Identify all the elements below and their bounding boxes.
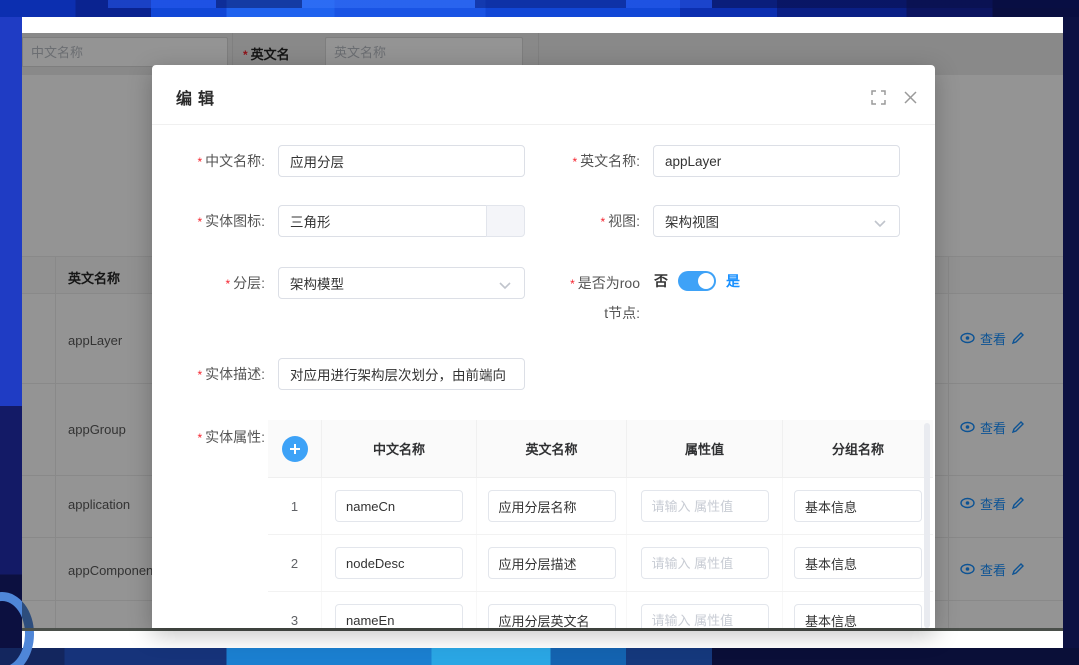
switch-knob — [698, 273, 714, 289]
modal-header: 编辑 — [152, 65, 935, 125]
entity-desc-label: *实体描述: — [152, 364, 265, 385]
entity-desc-input[interactable] — [278, 358, 525, 390]
view-select[interactable] — [653, 205, 900, 237]
required-asterisk: * — [572, 155, 577, 169]
add-attribute-button[interactable] — [282, 436, 308, 462]
decor-right-band — [1063, 17, 1079, 665]
screen: *英文名 英文名称 appLayer appGroup application … — [0, 0, 1079, 665]
attr-group-input[interactable] — [794, 547, 922, 579]
attr-value-input[interactable] — [641, 547, 769, 579]
attr-group-input[interactable] — [794, 490, 922, 522]
required-asterisk: * — [197, 368, 202, 382]
required-asterisk: * — [600, 215, 605, 229]
required-asterisk: * — [197, 431, 202, 445]
root-node-label: *是否为roo — [520, 273, 640, 294]
entity-icon-label: *实体图标: — [152, 211, 265, 232]
column-header-value: 属性值 — [627, 420, 783, 477]
required-asterisk: * — [197, 215, 202, 229]
close-icon[interactable] — [902, 89, 918, 105]
attr-group-input[interactable] — [794, 604, 922, 628]
attr-cn-input[interactable] — [335, 604, 463, 628]
attr-table-header: 中文名称 英文名称 属性值 分组名称 — [268, 420, 933, 478]
entity-attrs-label: *实体属性: — [152, 427, 265, 448]
decor-left-band — [0, 17, 22, 665]
layer-select[interactable] — [278, 267, 525, 299]
modal-title: 编辑 — [176, 85, 220, 109]
row-index: 1 — [291, 499, 298, 514]
row-index: 2 — [291, 556, 298, 571]
root-node-switch[interactable] — [678, 271, 716, 291]
layer-label: *分层: — [152, 273, 265, 294]
en-name-label: *英文名称: — [520, 151, 640, 172]
root-node-label-line2: t节点: — [520, 303, 640, 323]
column-header-group: 分组名称 — [783, 420, 933, 477]
attr-row: 1 — [268, 478, 933, 535]
attr-value-input[interactable] — [641, 604, 769, 628]
attr-en-input[interactable] — [488, 547, 616, 579]
attr-value-input[interactable] — [641, 490, 769, 522]
row-index: 3 — [291, 613, 298, 628]
modal-en-name-input[interactable] — [653, 145, 900, 177]
decor-top-band — [0, 0, 1079, 17]
attr-table: 中文名称 英文名称 属性值 分组名称 1 2 3 — [268, 420, 933, 628]
toggle-on-label: 是 — [726, 271, 740, 291]
decor-bottom-band — [0, 648, 1079, 665]
required-asterisk: * — [197, 155, 202, 169]
column-header-en: 英文名称 — [477, 420, 627, 477]
edit-modal: 编辑 *中文名称: *英文名称: *实体图标: *视图: — [152, 65, 935, 628]
attr-en-input[interactable] — [488, 604, 616, 628]
toggle-off-label: 否 — [654, 271, 668, 291]
modal-cn-name-input[interactable] — [278, 145, 525, 177]
root-node-toggle-group: 否 是 — [654, 271, 740, 291]
entity-icon-input[interactable] — [278, 205, 487, 237]
view-label: *视图: — [520, 211, 640, 232]
attr-row: 2 — [268, 535, 933, 592]
attr-en-input[interactable] — [488, 490, 616, 522]
attr-cn-input[interactable] — [335, 547, 463, 579]
divider — [22, 628, 1063, 631]
required-asterisk: * — [570, 277, 575, 291]
modal-scrollbar[interactable] — [924, 423, 930, 628]
cn-name-label: *中文名称: — [152, 151, 265, 172]
fullscreen-icon[interactable] — [870, 89, 886, 105]
attr-row: 3 — [268, 592, 933, 628]
column-header-cn: 中文名称 — [322, 420, 477, 477]
attr-cn-input[interactable] — [335, 490, 463, 522]
required-asterisk: * — [225, 277, 230, 291]
